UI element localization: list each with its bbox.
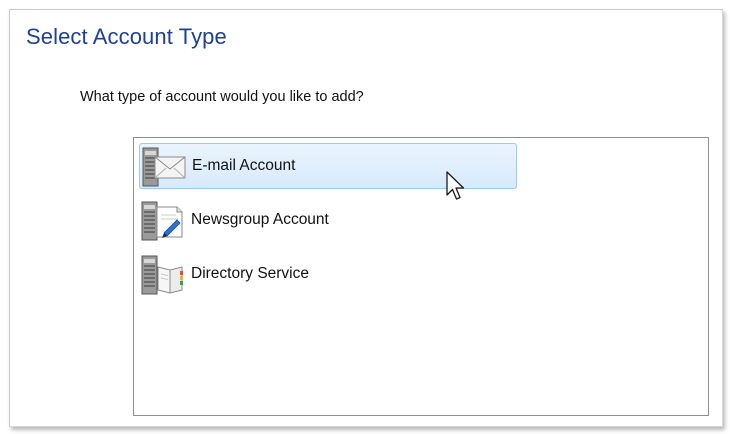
list-item-directory-service[interactable]: Directory Service bbox=[139, 251, 517, 297]
screen: Select Account Type What type of account… bbox=[0, 0, 730, 434]
directory-server-icon bbox=[139, 251, 187, 297]
list-item-label: Directory Service bbox=[191, 265, 309, 282]
add-account-dialog: Select Account Type What type of account… bbox=[9, 9, 723, 427]
newsgroup-server-icon bbox=[139, 197, 187, 243]
email-server-icon bbox=[140, 143, 188, 189]
page-title: Select Account Type bbox=[26, 24, 227, 49]
list-item-newsgroup-account[interactable]: Newsgroup Account bbox=[139, 197, 517, 243]
list-item-label: E-mail Account bbox=[192, 157, 296, 174]
account-type-question: What type of account would you like to a… bbox=[80, 89, 364, 105]
list-item-email-account[interactable]: E-mail Account bbox=[139, 143, 517, 189]
list-item-label: Newsgroup Account bbox=[191, 211, 329, 228]
account-type-list[interactable]: E-mail Account Newsgroup Account Directo… bbox=[133, 137, 709, 416]
